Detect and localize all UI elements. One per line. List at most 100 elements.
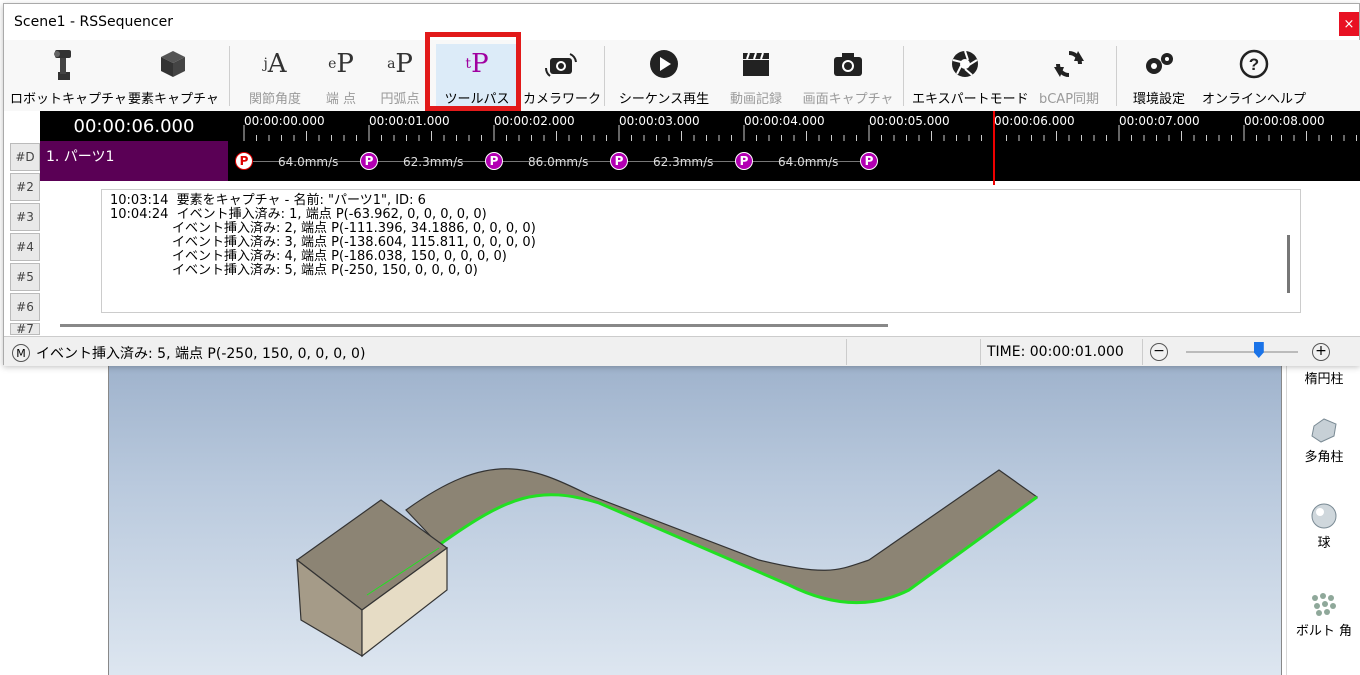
toolbar-label: オンラインヘルプ [1202,92,1307,107]
expert-mode-button[interactable]: エキスパートモード [912,44,1029,108]
ruler-tick-label: 00:00:00.000 [244,114,325,128]
camera-icon [800,44,896,84]
speed-label-1: 64.0mm/s [278,155,339,169]
part-ribbon [405,468,1039,604]
path-point-4[interactable]: P [610,152,628,170]
status-time: TIME: 00:00:01.000 [987,344,1124,360]
glyph-main: P [395,49,413,79]
palette-item-polygon-prism[interactable]: 多角柱 [1287,416,1360,465]
playhead-cursor[interactable] [993,111,995,185]
log-vertical-scrollbar[interactable] [1287,235,1290,293]
arc-point-button[interactable]: aP 円弧点 [372,44,428,108]
toolbar-label: ロボットキャプチャ [10,92,127,107]
status-bar: M イベント挿入済み: 5, 端点 P(-250, 150, 0, 0, 0, … [4,336,1360,366]
log-line: 10:03:14 要素をキャプチャ - 名前: "パーツ1", ID: 6 [110,193,426,208]
ruler-tick-label: 00:00:08.000 [1244,114,1325,128]
status-divider [980,339,981,365]
env-settings-button[interactable]: 環境設定 [1126,44,1192,108]
svg-text:?: ? [1249,55,1259,74]
row-header-3[interactable]: #3 [10,203,40,231]
row-header-7[interactable]: #7 [10,323,40,335]
toolbar-label: 要素キャプチャ [128,92,219,107]
close-icon: × [1343,16,1355,32]
element-capture-button[interactable]: 要素キャプチャ [128,44,219,108]
row-header-d[interactable]: #D [10,143,40,171]
robot-arm-icon [10,44,116,84]
online-help-button[interactable]: ? オンラインヘルプ [1202,44,1306,108]
bcap-sync-button[interactable]: bCAP同期 [1032,44,1106,108]
path-point-3[interactable]: P [485,152,503,170]
toolbar-separator [903,46,904,106]
polygon-prism-icon [1309,416,1339,444]
speed-label-3: 86.0mm/s [528,155,589,169]
palette-item-bolt[interactable]: ボルト 角 [1287,590,1360,639]
aperture-icon [912,44,1018,84]
toolbar-label: カメラワーク [522,92,601,107]
zoom-slider[interactable] [1186,351,1298,353]
rssequencer-window: Scene1 - RSSequencer × ロボットキャプチャ 要素キャプチャ… [3,3,1360,366]
ruler-tick-label: 00:00:04.000 [744,114,825,128]
gears-icon [1126,44,1192,84]
ruler-tick-label: 00:00:02.000 [494,114,575,128]
zoom-slider-thumb[interactable] [1253,342,1264,358]
glyph-sub: a [387,56,396,72]
track-row[interactable]: 1. パーツ1 P 64.0mm/s P 62.3mm/s P 86.0mm/s… [40,141,1360,181]
camera-work-button[interactable]: カメラワーク [522,44,602,108]
cube-icon [128,44,218,84]
palette-item-elliptic-cylinder[interactable]: 楕円柱 [1287,368,1360,387]
toolbar-label: 円弧点 [380,92,420,107]
zoom-out-button[interactable]: − [1150,343,1168,361]
row-header-5[interactable]: #5 [10,263,40,291]
title-bar: Scene1 - RSSequencer [4,4,1359,40]
speed-label-5: 64.0mm/s [778,155,839,169]
path-point-2[interactable]: P [360,152,378,170]
clapperboard-icon [722,44,790,84]
speed-label-4: 62.3mm/s [653,155,714,169]
endpoint-button[interactable]: eP 端 点 [316,44,366,108]
sync-icon [1032,44,1106,84]
path-point-5[interactable]: P [735,152,753,170]
toolbar-separator [604,46,605,106]
log-line: イベント挿入済み: 3, 端点 P(-138.604, 115.811, 0, … [110,235,536,250]
palette-item-sphere[interactable]: 球 [1287,502,1360,551]
toolbar-label: bCAP同期 [1038,92,1100,107]
toolbar-label: 画面キャプチャ [802,92,894,107]
status-divider [846,339,847,365]
3d-viewport[interactable] [108,355,1282,675]
toolbar-label: 動画記録 [729,92,782,107]
palette-label: 楕円柱 [1304,372,1344,387]
row-header-6[interactable]: #6 [10,293,40,321]
log-line: イベント挿入済み: 2, 端点 P(-111.396, 34.1886, 0, … [110,221,536,236]
toolbar-label: エキスパートモード [912,92,1029,107]
mode-icon: M [12,344,30,362]
help-icon: ? [1202,44,1306,84]
timeline-horizontal-scrollbar[interactable] [60,324,888,327]
path-point-6[interactable]: P [860,152,878,170]
joint-angle-icon: jA [240,44,310,84]
sphere-icon [1309,502,1339,530]
path-point-1[interactable]: P [235,152,253,170]
track-name[interactable]: 1. パーツ1 [40,141,228,181]
joint-angle-button[interactable]: jA 関節角度 [240,44,310,108]
palette-label: ボルト 角 [1295,624,1353,639]
ruler-tick-label: 00:00:06.000 [994,114,1075,128]
robot-capture-button[interactable]: ロボットキャプチャ [10,44,127,108]
zoom-in-button[interactable]: + [1312,343,1330,361]
arc-point-icon: aP [372,44,428,84]
row-header-4[interactable]: #4 [10,233,40,261]
log-panel[interactable]: 10:03:14 要素をキャプチャ - 名前: "パーツ1", ID: 6 10… [101,189,1301,313]
glyph-main: P [336,49,354,79]
status-message-area: M イベント挿入済み: 5, 端点 P(-250, 150, 0, 0, 0, … [12,343,365,363]
timeline-panel: 00:00:06.000 00:00:00.000 00:00:01.000 00:… [4,111,1360,336]
status-message: イベント挿入済み: 5, 端点 P(-250, 150, 0, 0, 0, 0) [36,346,366,362]
screen-capture-button[interactable]: 画面キャプチャ [800,44,896,108]
sequence-play-button[interactable]: シーケンス再生 [612,44,716,108]
shape-palette: 楕円柱 多角柱 球 ボルト 角 [1286,360,1360,675]
scene-render [295,468,1039,658]
tool-path-highlight-box [425,32,521,111]
row-header-2[interactable]: #2 [10,173,40,201]
video-record-button[interactable]: 動画記録 [722,44,790,108]
close-button[interactable]: × [1339,12,1359,36]
status-divider [1142,339,1143,365]
palette-label: 球 [1317,536,1331,551]
